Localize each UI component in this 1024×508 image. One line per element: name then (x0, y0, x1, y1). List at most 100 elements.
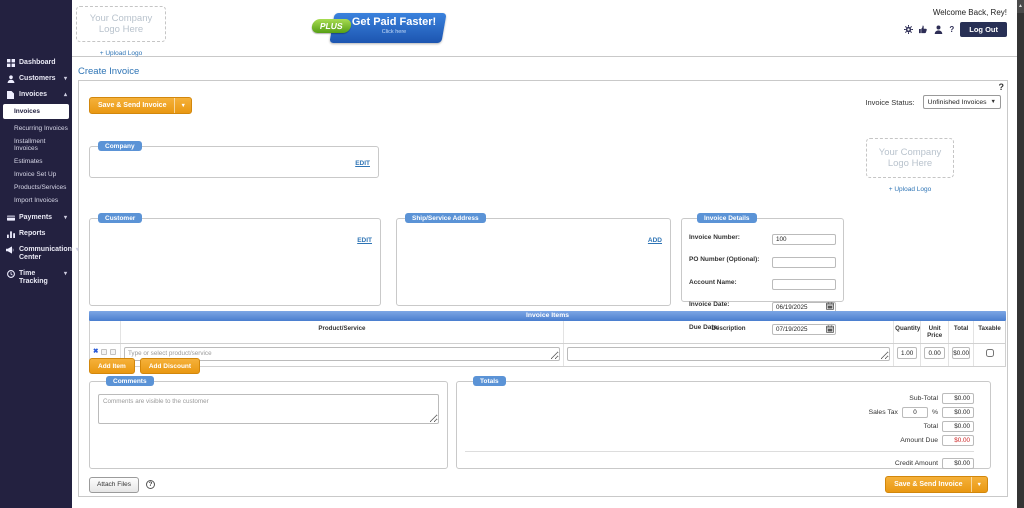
amount-due-value (942, 435, 974, 446)
po-number-field[interactable] (772, 257, 836, 268)
scroll-up-arrow-icon[interactable]: ▲ (1017, 0, 1024, 13)
settings-gear-icon[interactable] (904, 25, 913, 34)
sidebar-item-communication-center[interactable]: Communication Center ▾ (0, 242, 72, 266)
items-col-product: Product/Service (120, 321, 563, 343)
dashboard-icon (6, 59, 15, 67)
sales-tax-row: Sales Tax % (465, 406, 974, 419)
delete-row-icon[interactable]: ✖ (93, 349, 98, 355)
company-logo-placeholder[interactable]: Your Company Logo Here (76, 6, 166, 42)
invoice-status-select[interactable]: Unfinished Invoices ▼ (923, 95, 1001, 109)
sidebar-item-invoices[interactable]: Invoices ▴ (0, 87, 72, 103)
promo-subtitle: Click here (344, 29, 444, 35)
invoice-status-label: Invoice Status: (865, 98, 914, 107)
description-input[interactable] (567, 347, 890, 361)
comments-input[interactable] (98, 394, 439, 424)
company-section: Company EDIT (89, 141, 379, 178)
row-total-input[interactable] (952, 347, 970, 359)
app-window: Dashboard Customers ▾ Invoices ▴ Invoice… (0, 0, 1024, 508)
po-number-label: PO Number (Optional): (689, 256, 772, 263)
invoice-number-row: Invoice Number: (689, 228, 836, 246)
sidebar-subitem-recurring-invoices[interactable]: Recurring Invoices (0, 122, 72, 135)
invoice-items-table: Product/Service Description Quantity Uni… (89, 321, 1006, 367)
sidebar-item-customers[interactable]: Customers ▾ (0, 71, 72, 87)
sidebar-subitem-installment-invoices[interactable]: Installment Invoices (0, 135, 72, 155)
sidebar-item-payments[interactable]: Payments ▾ (0, 210, 72, 226)
comments-section-badge: Comments (106, 376, 154, 386)
sidebar-item-label: Payments (19, 214, 60, 222)
customer-edit-link[interactable]: EDIT (357, 237, 372, 244)
items-col-quantity: Quantity (893, 321, 920, 343)
chevron-up-icon: ▴ (64, 91, 67, 99)
vertical-scrollbar[interactable]: ▲ (1017, 0, 1024, 508)
sidebar-subitem-estimates[interactable]: Estimates (0, 155, 72, 168)
header-logo-area: Your Company Logo Here + Upload Logo (76, 6, 166, 60)
promo-title: Get Paid Faster! (344, 16, 444, 28)
sidebar-item-dashboard[interactable]: Dashboard (0, 55, 72, 71)
ship-add-link[interactable]: ADD (648, 237, 662, 244)
company-edit-link[interactable]: EDIT (355, 160, 370, 167)
add-discount-button[interactable]: Add Discount (140, 358, 200, 374)
account-name-field[interactable] (772, 279, 836, 290)
add-item-button[interactable]: Add Item (89, 358, 135, 374)
invoices-submenu: Invoices Recurring Invoices Installment … (0, 104, 72, 207)
account-name-label: Account Name: (689, 279, 772, 286)
sidebar-item-label: Reports (19, 230, 67, 238)
save-send-invoice-button-top[interactable]: Save & Send Invoice ▼ (89, 97, 192, 114)
logo-placeholder-line1: Your Company (90, 13, 153, 24)
taxable-checkbox[interactable] (986, 349, 994, 357)
amount-due-label: Amount Due (900, 437, 938, 444)
save-send-invoice-button-bottom[interactable]: Save & Send Invoice ▼ (885, 476, 988, 493)
items-col-unit-price: Unit Price (920, 321, 948, 343)
add-buttons-row: Add Item Add Discount (89, 358, 200, 374)
sidebar-subitem-import-invoices[interactable]: Import Invoices (0, 194, 72, 207)
totals-section: Totals Sub-Total Sales Tax % Total (456, 376, 991, 469)
invoice-upload-logo-link[interactable]: + Upload Logo (889, 186, 931, 193)
sidebar-item-label: Communication Center (19, 246, 72, 262)
sidebar-item-time-tracking[interactable]: Time Tracking ▾ (0, 266, 72, 290)
sidebar-subitem-products-services[interactable]: Products/Services (0, 181, 72, 194)
expand-row-icon[interactable] (110, 349, 116, 355)
comments-section: Comments (89, 376, 448, 469)
feedback-thumbs-up-icon[interactable] (919, 25, 928, 34)
page-title: Create Invoice (78, 66, 139, 77)
company-section-badge: Company (98, 141, 142, 151)
create-invoice-panel: ? Save & Send Invoice ▼ Invoice Status: … (78, 80, 1008, 497)
save-send-label: Save & Send Invoice (90, 98, 174, 113)
invoice-number-field[interactable] (772, 234, 836, 245)
credit-amount-label: Credit Amount (895, 460, 938, 467)
sidebar-item-reports[interactable]: Reports (0, 226, 72, 242)
quantity-input[interactable] (897, 347, 917, 359)
po-number-row: PO Number (Optional): (689, 251, 836, 269)
percent-sign: % (932, 409, 938, 416)
log-out-button[interactable]: Log Out (960, 22, 1007, 37)
account-person-icon[interactable] (934, 25, 943, 34)
attach-help-icon[interactable]: ? (146, 480, 155, 489)
reorder-row-icon[interactable] (101, 349, 107, 355)
customer-section: Customer EDIT (89, 213, 381, 306)
panel-help-icon[interactable]: ? (999, 82, 1005, 92)
items-col-description: Description (563, 321, 893, 343)
help-icon[interactable]: ? (949, 25, 954, 34)
attach-files-button[interactable]: Attach Files (89, 477, 139, 493)
upload-logo-link[interactable]: + Upload Logo (100, 50, 142, 57)
caret-down-icon[interactable]: ▼ (174, 98, 190, 113)
scrollbar-thumb[interactable] (1017, 13, 1024, 508)
sidebar-subitem-invoices[interactable]: Invoices (3, 104, 69, 119)
caret-down-icon[interactable]: ▼ (971, 477, 987, 492)
content-area: Create Invoice ? Save & Send Invoice ▼ I… (72, 57, 1017, 508)
logo-placeholder-line2: Logo Here (99, 24, 143, 35)
totals-divider (465, 451, 974, 452)
sidebar-item-label: Customers (19, 75, 60, 83)
chevron-down-icon: ▾ (76, 246, 79, 254)
panel-footer: Attach Files ? Save & Send Invoice ▼ (89, 476, 988, 493)
items-col-total: Total (948, 321, 973, 343)
unit-price-input[interactable] (924, 347, 945, 359)
item-row: ✖ (90, 344, 1005, 366)
invoice-logo-placeholder[interactable]: Your Company Logo Here (866, 138, 954, 178)
sales-tax-rate-input[interactable] (902, 407, 928, 418)
promo-banner[interactable]: PLUS Get Paid Faster! Click here (312, 13, 444, 43)
calendar-icon[interactable] (826, 297, 834, 305)
sidebar-subitem-invoice-set-up[interactable]: Invoice Set Up (0, 168, 72, 181)
subtotal-row: Sub-Total (465, 392, 974, 405)
welcome-message: Welcome Back, Rey! (904, 8, 1007, 17)
